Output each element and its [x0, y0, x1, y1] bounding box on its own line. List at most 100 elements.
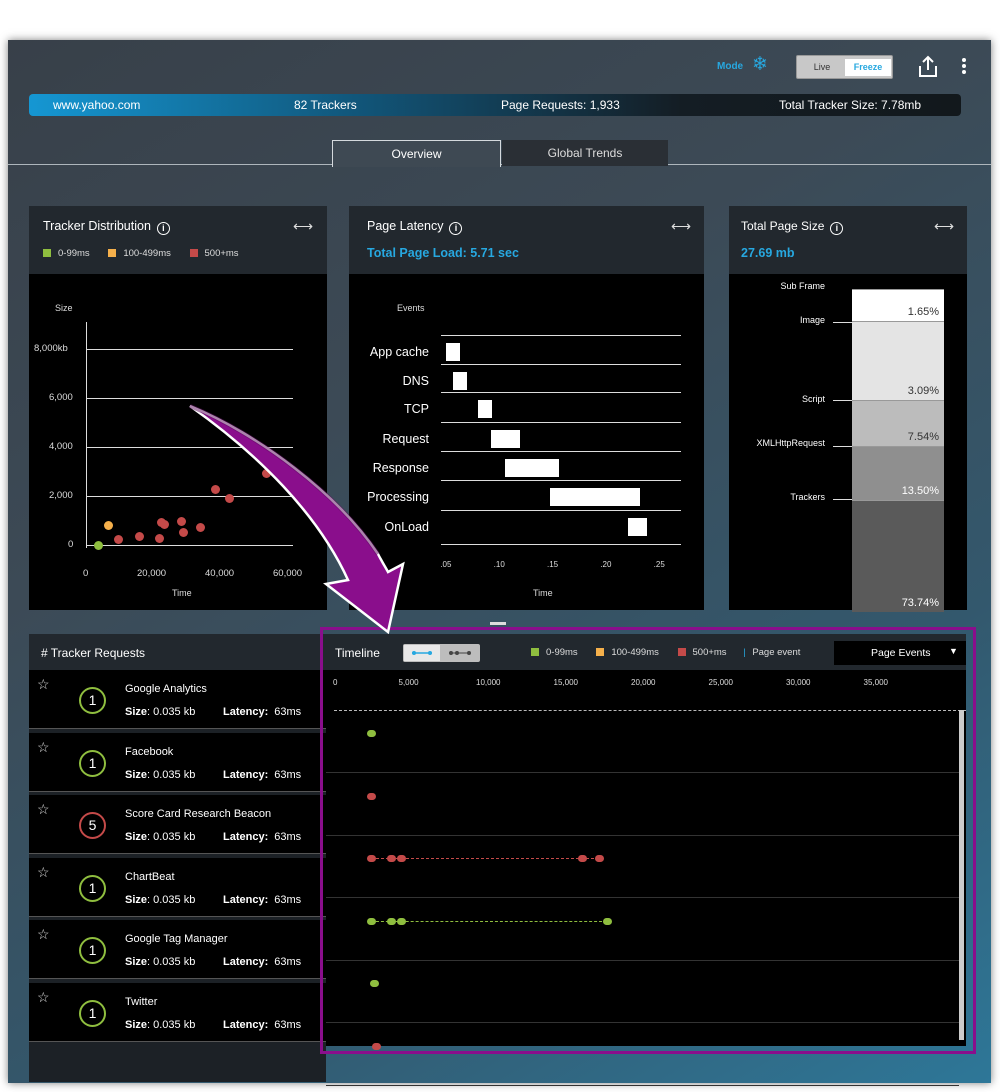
size-percent: 3.09% — [907, 385, 939, 397]
tracker-name[interactable]: Facebook — [125, 746, 173, 758]
dots-view-icon[interactable] — [441, 645, 479, 661]
tracker-count: 82 Trackers — [294, 98, 357, 112]
timeline-scrollbar[interactable] — [959, 710, 964, 1040]
latency-label: Latency: — [223, 768, 269, 781]
tracker-requests-panel: # Tracker Requests ☆ 1 Google Analytics Siz… — [29, 634, 326, 1082]
app-window: Mode ❄ Live Freeze www.yahoo.com 82 Trac… — [8, 40, 991, 1086]
y-tick-label: 8,000kb — [34, 343, 68, 354]
timeline-tick: 0 — [333, 678, 338, 687]
toggle-live[interactable]: Live — [799, 59, 845, 76]
size-label: XMLHttpRequest — [756, 438, 825, 448]
timeline-event-dot[interactable] — [367, 855, 377, 862]
info-icon[interactable]: i — [156, 222, 170, 235]
panel-title: Tracker Distribution — [43, 219, 151, 233]
timeline-event-dot[interactable] — [595, 855, 605, 862]
latency-info: Latency: 63ms — [223, 706, 301, 718]
x-axis-label: Time — [533, 588, 553, 598]
latency-bar — [446, 343, 461, 361]
expand-icon[interactable]: ⟷ — [671, 218, 691, 235]
latency-bar — [491, 430, 520, 448]
share-icon[interactable] — [915, 54, 941, 80]
timeline-event-dot[interactable] — [367, 730, 377, 737]
timeline-event-dot[interactable] — [578, 855, 587, 862]
size-label: Sub Frame — [780, 281, 825, 291]
expand-icon[interactable]: ⟷ — [293, 218, 313, 235]
toggle-freeze[interactable]: Freeze — [845, 59, 891, 76]
info-icon[interactable]: i — [830, 222, 844, 235]
legend-label: 100-499ms — [123, 248, 171, 259]
list-item: ☆ 1 ChartBeat Size: 0.035 kb Latency: 63ms — [29, 857, 326, 917]
star-icon[interactable]: ☆ — [37, 926, 50, 943]
star-icon[interactable]: ☆ — [37, 989, 50, 1006]
expand-icon[interactable]: ⟷ — [934, 218, 954, 235]
grid-line — [441, 392, 681, 393]
timeline-tick: 25,000 — [708, 678, 733, 687]
size-label: Script — [801, 394, 825, 404]
leader-line — [833, 499, 852, 500]
view-toggle[interactable] — [403, 644, 480, 662]
grid-line — [441, 510, 681, 511]
latency-label: Latency: — [223, 956, 269, 968]
timeline-row — [326, 962, 959, 1023]
tab-global-trends[interactable]: Global Trends — [502, 140, 668, 166]
more-vertical-icon[interactable] — [960, 58, 968, 80]
timeline-event-dot[interactable] — [396, 855, 406, 862]
list-item: ☆ 5 Score Card Research Beacon Size: 0.035 … — [29, 795, 326, 854]
request-count-badge: 1 — [79, 687, 106, 714]
timeline-row — [326, 1025, 959, 1086]
timeline-event-dot[interactable] — [367, 792, 377, 800]
timeline-event-dot[interactable] — [602, 917, 612, 925]
timeline-event-dot[interactable] — [387, 855, 397, 862]
grid-line — [86, 349, 293, 350]
timeline-event-dot[interactable] — [370, 980, 380, 987]
x-tick-label: .10 — [493, 560, 505, 569]
timeline-event-dot[interactable] — [387, 917, 397, 925]
tracker-name[interactable]: Twitter — [125, 996, 157, 1008]
timeline-event-dot[interactable] — [367, 917, 377, 925]
snowflake-icon[interactable]: ❄ — [752, 55, 768, 74]
timeline-row — [326, 837, 959, 898]
page-requests: Page Requests: 1,933 — [501, 98, 620, 112]
size-info: Size: 0.035 kb — [125, 831, 195, 843]
tracker-name[interactable]: Google Analytics — [125, 683, 207, 695]
tab-overview[interactable]: Overview — [332, 140, 501, 167]
grid-line — [86, 398, 293, 399]
size-info: Size: 0.035 kb — [125, 956, 195, 968]
legend-swatch-red — [677, 648, 686, 656]
timeline-tick: 20,000 — [631, 678, 656, 687]
scatter-point — [93, 541, 103, 550]
scatter-point — [177, 516, 187, 526]
grid-line — [441, 451, 681, 452]
panel-header: Tracker Distribution i ⟷ 0-99ms 100-499ms… — [29, 206, 327, 274]
timeline-legend: 0-99ms 100-499ms 500+ms | Page event — [531, 647, 800, 658]
page-events-dropdown[interactable]: Page Events ▼ — [834, 641, 966, 665]
line-view-icon[interactable] — [404, 645, 440, 661]
timeline-event-dot[interactable] — [396, 917, 406, 925]
resize-handle[interactable] — [490, 622, 506, 625]
info-icon[interactable]: i — [449, 222, 463, 235]
total-size-value: 27.69 mb — [741, 246, 795, 260]
star-icon[interactable]: ☆ — [37, 801, 50, 818]
timeline-row — [326, 712, 959, 773]
list-item: ☆ 1 Twitter Size: 0.035 kb Latency: 63ms — [29, 982, 326, 1042]
tracker-name[interactable]: ChartBeat — [125, 871, 175, 883]
star-icon[interactable]: ☆ — [37, 739, 50, 756]
legend-label: Page event — [752, 647, 801, 658]
curved-arrow-icon — [189, 404, 405, 634]
latency-value: 63ms — [274, 1018, 302, 1031]
timeline-row — [326, 900, 959, 961]
live-freeze-toggle[interactable]: Live Freeze — [796, 55, 893, 79]
timeline-event-dot[interactable] — [371, 1042, 381, 1050]
size-value: : 0.035 kb — [147, 1018, 196, 1031]
tracker-name[interactable]: Google Tag Manager — [125, 933, 228, 945]
leader-line — [833, 322, 852, 323]
legend-label: 500+ms — [692, 647, 727, 658]
size-label: Size — [125, 1018, 148, 1031]
x-tick-label: .25 — [653, 560, 665, 569]
size-label: Size — [125, 706, 148, 718]
tracker-name[interactable]: Score Card Research Beacon — [125, 808, 271, 820]
star-icon[interactable]: ☆ — [37, 864, 50, 881]
star-icon[interactable]: ☆ — [37, 676, 50, 693]
latency-label: Latency: — [223, 893, 269, 906]
size-value: : 0.035 kb — [147, 893, 196, 906]
